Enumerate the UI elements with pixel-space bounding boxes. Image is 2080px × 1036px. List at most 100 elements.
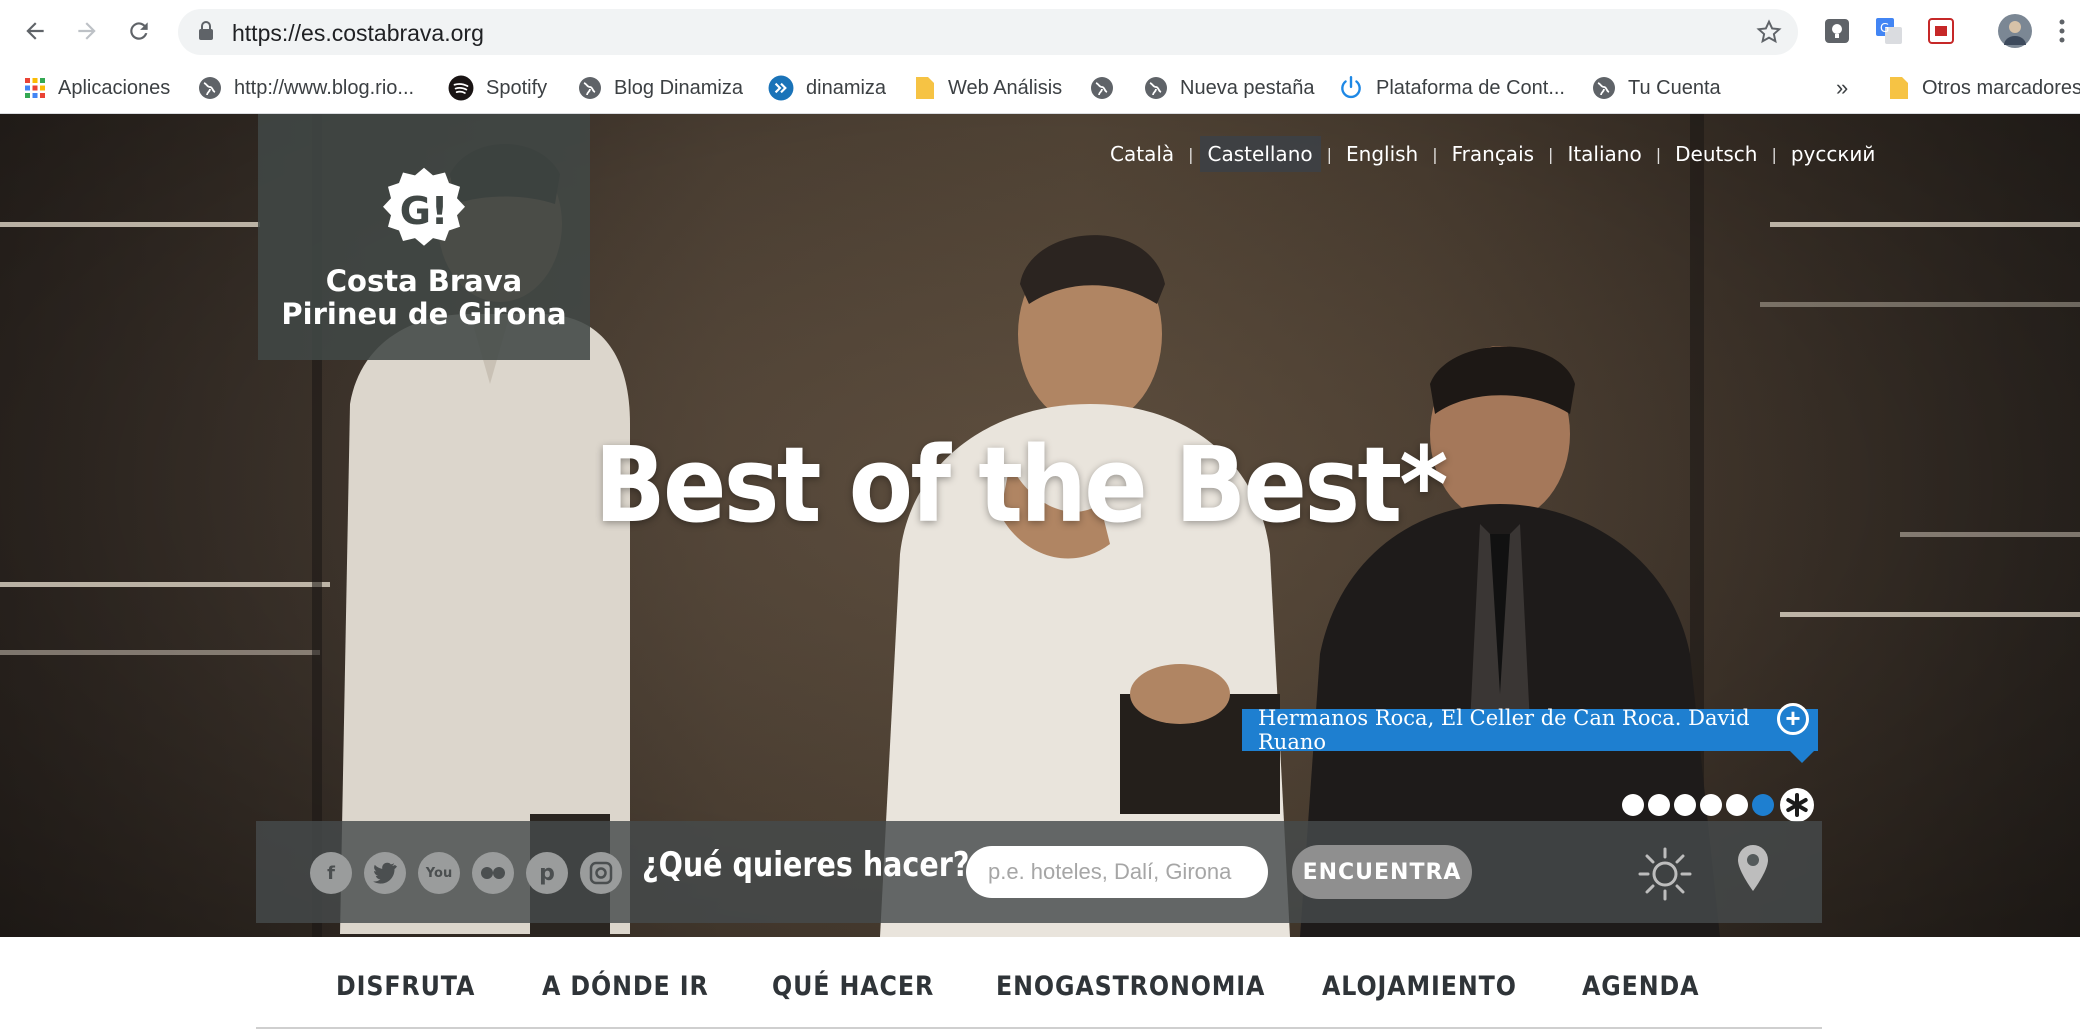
flickr-icon[interactable] [472, 852, 514, 894]
bookmark-blog-rio[interactable]: http://www.blog.rio... [198, 72, 414, 104]
folder-icon [914, 75, 936, 101]
bookmark-unnamed[interactable] [1090, 72, 1126, 104]
lang-italiano[interactable]: Italiano [1559, 136, 1649, 172]
bookmark-label: Plataforma de Cont... [1376, 76, 1565, 99]
asterisk-icon[interactable] [1780, 788, 1814, 822]
bookmark-label: http://www.blog.rio... [234, 76, 415, 99]
lang-separator: | [1188, 144, 1194, 164]
bookmark-aplicaciones[interactable]: Aplicaciones [24, 72, 170, 104]
bookmark-tu-cuenta[interactable]: Tu Cuenta [1592, 72, 1721, 104]
lang-english[interactable]: English [1338, 136, 1426, 172]
background-plank [0, 582, 330, 587]
lang-francais[interactable]: Français [1444, 136, 1542, 172]
site-logo[interactable]: G! Costa Brava Pirineu de Girona [258, 114, 590, 360]
svg-text:G!: G! [400, 189, 449, 233]
bookmark-label: Blog Dinamiza [614, 76, 743, 99]
background-plank [1760, 302, 2080, 307]
caption-pointer [1790, 751, 1814, 763]
lang-russian[interactable]: русский [1783, 136, 1884, 172]
search-submit-button[interactable]: ENCUENTRA [1292, 845, 1472, 899]
lang-castellano[interactable]: Castellano [1199, 136, 1321, 172]
bookmark-spotify[interactable]: Spotify [448, 72, 547, 104]
weather-sun-icon[interactable] [1637, 846, 1693, 907]
nav-que-hacer[interactable]: QUÉ HACER [772, 971, 934, 1002]
back-button[interactable] [18, 14, 52, 48]
extension-bulb-icon[interactable] [1822, 16, 1852, 46]
folder-icon [1888, 75, 1910, 101]
bookmark-label: Aplicaciones [58, 76, 171, 99]
browser-toolbar: https://es.costabrava.org G [0, 0, 2080, 62]
dinamiza-icon [768, 75, 794, 101]
slider-dot-active[interactable] [1752, 794, 1774, 816]
power-icon [1338, 75, 1364, 101]
background-plank [1780, 612, 2080, 617]
hero-banner: G! Costa Brava Pirineu de Girona Català … [0, 114, 2080, 937]
chrome-menu-icon[interactable] [2058, 16, 2080, 46]
svg-text:G: G [1880, 21, 1889, 35]
back-arrow-icon [26, 22, 44, 40]
logo-text-line2: Pirineu de Girona [281, 297, 567, 331]
slider-dot[interactable] [1726, 794, 1748, 816]
reload-icon [130, 22, 148, 40]
lang-deutsch[interactable]: Deutsch [1667, 136, 1765, 172]
url-text: https://es.costabrava.org [232, 20, 484, 46]
background-plank [0, 650, 320, 655]
slider-dot[interactable] [1622, 794, 1644, 816]
extension-shield-icon[interactable] [1926, 16, 1956, 46]
nav-a-donde-ir[interactable]: A DÓNDE IR [542, 971, 709, 1002]
background-plank [1770, 222, 2080, 227]
caption-expand-icon[interactable]: + [1777, 703, 1809, 735]
bookmark-label: Tu Cuenta [1628, 76, 1721, 99]
instagram-icon[interactable] [580, 852, 622, 894]
lang-separator: | [1548, 144, 1554, 164]
slider-dot[interactable] [1648, 794, 1670, 816]
google-translate-icon[interactable]: G [1874, 16, 1904, 46]
twitter-icon[interactable] [364, 852, 406, 894]
bookmark-label: dinamiza [806, 76, 887, 99]
photo-caption: Hermanos Roca, El Celler de Can Roca. Da… [1242, 706, 1818, 754]
search-input[interactable] [966, 846, 1268, 898]
youtube-icon[interactable]: You [418, 852, 460, 894]
lang-separator: | [1432, 144, 1438, 164]
bookmarks-overflow-button[interactable]: » [1836, 72, 1848, 104]
nav-alojamiento[interactable]: ALOJAMIENTO [1322, 971, 1517, 1002]
bookmark-web-analisis[interactable]: Web Análisis [914, 72, 1062, 104]
forward-button[interactable] [70, 14, 104, 48]
lang-separator: | [1655, 144, 1662, 164]
bookmark-blog-dinamiza[interactable]: Blog Dinamiza [578, 72, 743, 104]
spotify-icon [448, 75, 474, 101]
bookmark-dinamiza[interactable]: dinamiza [768, 72, 886, 104]
bookmark-label: Spotify [486, 76, 548, 99]
nav-enogastronomia[interactable]: ENOGASTRONOMIA [996, 971, 1265, 1002]
map-pin-icon[interactable] [1735, 843, 1771, 898]
lock-icon [198, 21, 214, 46]
bookmarks-bar: Aplicaciones http://www.blog.rio... Spot… [0, 62, 2080, 114]
bookmark-label: Otros marcadores [1922, 76, 2080, 99]
slider-pagination [1622, 788, 1814, 822]
nav-disfruta[interactable]: DISFRUTA [336, 971, 475, 1002]
logo-text-line1: Costa Brava [325, 264, 523, 298]
globe-icon [1592, 76, 1616, 100]
bookmark-star-icon[interactable] [1756, 19, 1782, 50]
forward-arrow-icon [78, 22, 96, 40]
bookmark-label: Web Análisis [948, 76, 1063, 99]
reload-button[interactable] [122, 14, 156, 48]
bookmark-nueva-pestana[interactable]: Nueva pestaña [1144, 72, 1315, 104]
background-plank [0, 222, 260, 227]
lang-catala[interactable]: Català [1102, 136, 1182, 172]
apps-grid-icon [24, 77, 46, 99]
bookmark-label: Nueva pestaña [1180, 76, 1315, 99]
lang-separator: | [1326, 144, 1332, 164]
address-bar[interactable]: https://es.costabrava.org [178, 9, 1798, 55]
globe-icon [198, 76, 222, 100]
slider-dot[interactable] [1700, 794, 1722, 816]
facebook-icon[interactable]: f [310, 852, 352, 894]
profile-avatar[interactable] [1998, 14, 2032, 48]
slider-dot[interactable] [1674, 794, 1696, 816]
pinterest-icon[interactable]: p [526, 852, 568, 894]
bookmark-plataforma[interactable]: Plataforma de Cont... [1338, 72, 1565, 104]
nav-agenda[interactable]: AGENDA [1582, 971, 1699, 1002]
globe-icon [1090, 76, 1114, 100]
search-bar: f You p ¿Qué quieres hacer? ENCUENTRA [256, 821, 1822, 923]
other-bookmarks-folder[interactable]: Otros marcadores [1888, 72, 2080, 104]
